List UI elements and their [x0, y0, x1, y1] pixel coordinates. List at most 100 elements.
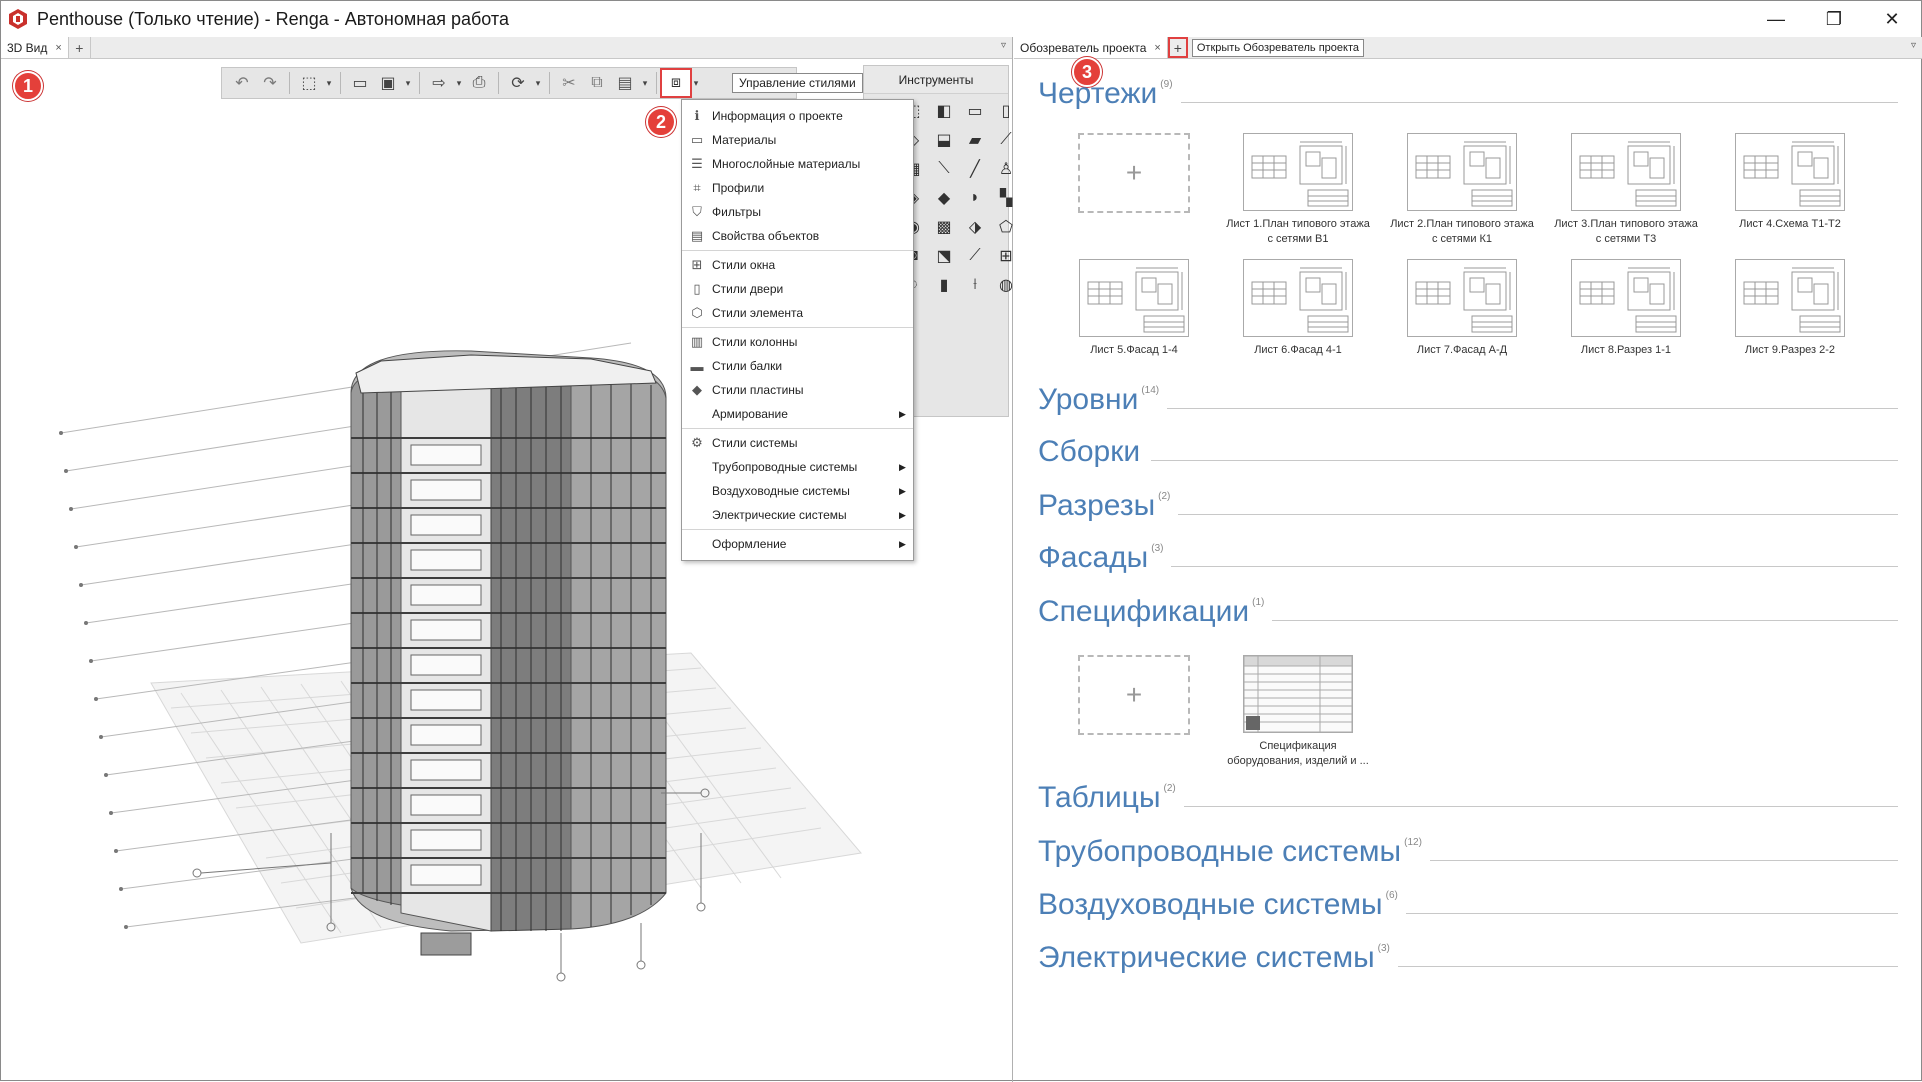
menu-item-duct-systems[interactable]: Воздуховодные системы ▶ — [682, 479, 913, 503]
column-styles-icon: ▥ — [690, 334, 704, 349]
section-title[interactable]: Фасады — [1038, 543, 1148, 573]
save-icon[interactable]: ▣ — [374, 70, 402, 96]
tab-project-browser[interactable]: Обозреватель проекта × — [1014, 37, 1168, 58]
drawing-sheet[interactable]: Лист 9.Разрез 2-2 — [1715, 259, 1865, 358]
section-levels[interactable]: Уровни (14) — [1038, 385, 1898, 415]
menu-item-label: Армирование — [712, 407, 788, 421]
section-title[interactable]: Разрезы — [1038, 491, 1155, 521]
section-drawings[interactable]: Чертежи (9) — [1038, 79, 1898, 109]
section-sections[interactable]: Разрезы (2) — [1038, 491, 1898, 521]
tab-3d-view[interactable]: 3D Вид × — [1, 37, 69, 58]
export-icon[interactable]: ⇨ — [425, 70, 453, 96]
drawing-sheet[interactable]: Лист 8.Разрез 1-1 — [1551, 259, 1701, 358]
section-assemblies[interactable]: Сборки — [1038, 437, 1898, 467]
chevron-down-icon[interactable]: ▾ — [402, 78, 414, 89]
drawing-sheet[interactable]: Лист 1.План типового этажа с сетями В1 — [1223, 133, 1373, 247]
menu-item-electrical-systems[interactable]: Электрические системы ▶ — [682, 503, 913, 527]
open-folder-icon[interactable]: ▭ — [346, 70, 374, 96]
drawing-sheet[interactable]: Лист 5.Фасад 1-4 — [1059, 259, 1209, 358]
section-facades[interactable]: Фасады (3) — [1038, 543, 1898, 573]
specification-item[interactable]: Спецификация оборудования, изделий и ... — [1223, 655, 1373, 769]
menu-item-beam-styles[interactable]: ▬ Стили балки — [682, 354, 913, 378]
tab-list-dropdown-icon[interactable]: ▿ — [1911, 40, 1916, 51]
section-title[interactable]: Сборки — [1038, 437, 1140, 467]
chevron-down-icon[interactable]: ▾ — [690, 78, 702, 89]
menu-item-pipe-systems[interactable]: Трубопроводные системы ▶ — [682, 455, 913, 479]
style-manager-icon[interactable]: ⧈ — [660, 68, 692, 98]
section-title[interactable]: Электрические системы — [1038, 943, 1375, 973]
menu-item-materials[interactable]: ▭ Материалы — [682, 128, 913, 152]
menu-item-appearance[interactable]: Оформление ▶ — [682, 532, 913, 556]
tab-list-dropdown-icon[interactable]: ▿ — [1001, 40, 1006, 51]
maximize-button[interactable]: ❐ — [1805, 1, 1863, 37]
menu-item-reinforcement[interactable]: Армирование ▶ — [682, 402, 913, 426]
section-title[interactable]: Уровни — [1038, 385, 1138, 415]
drawing-sheet[interactable]: Лист 6.Фасад 4-1 — [1223, 259, 1373, 358]
tool-icon[interactable]: ⟊ — [963, 272, 987, 298]
drawing-sheet[interactable]: Лист 2.План типового этажа с сетями К1 — [1387, 133, 1537, 247]
section-tables[interactable]: Таблицы (2) — [1038, 783, 1898, 813]
chevron-down-icon[interactable]: ▾ — [323, 78, 335, 89]
add-tab-button[interactable]: + — [69, 37, 91, 58]
section-specifications[interactable]: Спецификации (1) — [1038, 597, 1898, 627]
menu-item-object-properties[interactable]: ▤ Свойства объектов — [682, 224, 913, 248]
tool-icon[interactable]: ▮ — [932, 272, 956, 298]
menu-item-system-styles[interactable]: ⚙ Стили системы — [682, 431, 913, 455]
section-title[interactable]: Таблицы — [1038, 783, 1161, 813]
tool-icon[interactable]: ▭ — [963, 98, 987, 124]
chevron-down-icon[interactable]: ▾ — [453, 78, 465, 89]
add-specification-button[interactable]: + — [1078, 655, 1190, 735]
menu-item-window-styles[interactable]: ⊞ Стили окна — [682, 253, 913, 277]
cut-icon[interactable]: ✂ — [555, 70, 583, 96]
tool-icon[interactable]: ◗ — [963, 185, 987, 211]
sync-icon[interactable]: ⟳ — [504, 70, 532, 96]
undo-icon[interactable]: ↶ — [228, 70, 256, 96]
open-project-browser-button[interactable]: + — [1167, 37, 1188, 58]
tool-icon[interactable]: ◆ — [932, 185, 956, 211]
menu-item-filters[interactable]: ⛉ Фильтры — [682, 200, 913, 224]
section-title[interactable]: Чертежи — [1038, 79, 1157, 109]
menu-item-profiles[interactable]: ⌗ Профили — [682, 176, 913, 200]
print-icon[interactable]: ⎙ — [465, 70, 493, 96]
tool-icon[interactable]: ⬓ — [932, 127, 956, 153]
section-title[interactable]: Спецификации — [1038, 597, 1249, 627]
toolbar-divider — [289, 72, 290, 94]
tool-icon[interactable]: ⬔ — [932, 243, 956, 269]
submenu-arrow-icon: ▶ — [899, 538, 906, 549]
close-window-button[interactable]: ✕ — [1863, 1, 1921, 37]
section-title[interactable]: Воздуховодные системы — [1038, 890, 1383, 920]
menu-item-label: Стили двери — [712, 282, 784, 296]
section-title[interactable]: Трубопроводные системы — [1038, 837, 1401, 867]
chevron-down-icon[interactable]: ▾ — [532, 78, 544, 89]
tab-close-icon[interactable]: × — [55, 42, 61, 54]
section-duct[interactable]: Воздуховодные системы (6) — [1038, 890, 1898, 920]
section-pipe[interactable]: Трубопроводные системы (12) — [1038, 837, 1898, 867]
menu-item-project-info[interactable]: ℹ Информация о проекте — [682, 104, 913, 128]
paste-icon[interactable]: ▤ — [611, 70, 639, 96]
menu-item-layered-materials[interactable]: ☰ Многослойные материалы — [682, 152, 913, 176]
minimize-button[interactable]: — — [1747, 1, 1805, 37]
object-properties-icon: ▤ — [690, 228, 704, 243]
menu-item-column-styles[interactable]: ▥ Стили колонны — [682, 330, 913, 354]
drawing-sheet[interactable]: Лист 7.Фасад А-Д — [1387, 259, 1537, 358]
menu-item-plate-styles[interactable]: ◆ Стили пластины — [682, 378, 913, 402]
section-electric[interactable]: Электрические системы (3) — [1038, 943, 1898, 973]
tool-icon[interactable]: ⟋ — [963, 243, 987, 269]
tool-icon[interactable]: ◧ — [932, 98, 956, 124]
view-cube-icon[interactable]: ⬚ — [295, 70, 323, 96]
tab-close-icon[interactable]: × — [1154, 42, 1160, 54]
menu-separator — [682, 250, 913, 251]
chevron-down-icon[interactable]: ▾ — [639, 78, 651, 89]
menu-item-door-styles[interactable]: ▯ Стили двери — [682, 277, 913, 301]
tool-icon[interactable]: ⬗ — [963, 214, 987, 240]
menu-item-element-styles[interactable]: ⬡ Стили элемента — [682, 301, 913, 325]
tool-icon[interactable]: ▰ — [963, 127, 987, 153]
drawing-sheet[interactable]: Лист 3.План типового этажа с сетями Т3 — [1551, 133, 1701, 247]
copy-icon[interactable]: ⧉ — [583, 70, 611, 96]
tool-icon[interactable]: ⟍ — [932, 156, 956, 182]
tool-icon[interactable]: ▩ — [932, 214, 956, 240]
redo-icon[interactable]: ↷ — [256, 70, 284, 96]
add-drawing-button[interactable]: + — [1078, 133, 1190, 213]
drawing-sheet[interactable]: Лист 4.Схема Т1-Т2 — [1715, 133, 1865, 232]
tool-icon[interactable]: ╱ — [963, 156, 987, 182]
